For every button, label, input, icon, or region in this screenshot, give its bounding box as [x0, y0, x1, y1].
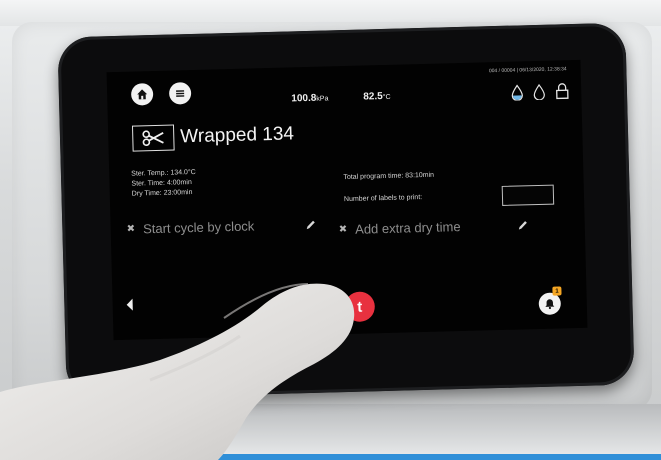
- pointing-hand: [0, 283, 355, 460]
- photo-scene: 004 / 00004 | 06/13/2020, 12:38:34 100.8…: [0, 0, 661, 460]
